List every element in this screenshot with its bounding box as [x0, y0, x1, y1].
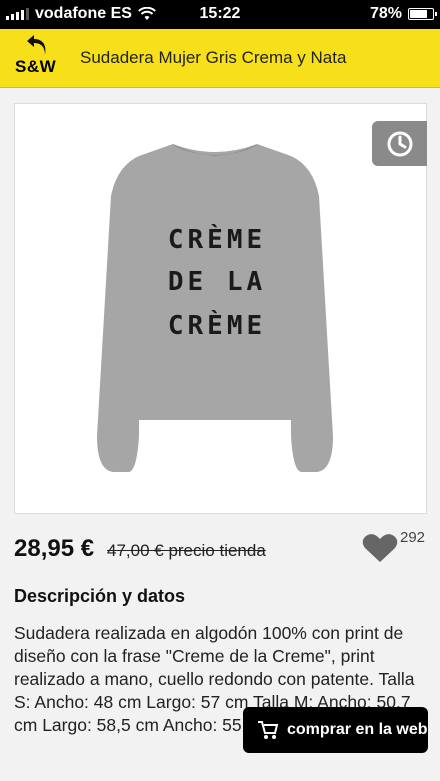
heart-icon[interactable] — [362, 533, 398, 563]
old-price: 47,00 € precio tienda — [107, 541, 266, 560]
buy-button-label: comprar en la web — [287, 721, 428, 738]
product-image: CRÈME DE LA CRÈME — [97, 144, 333, 472]
back-arrow-icon — [27, 35, 46, 55]
product-image-card[interactable]: CRÈME DE LA CRÈME — [14, 103, 427, 514]
battery-percent: 78% — [369, 5, 402, 22]
print-line-1: CRÈME — [168, 223, 266, 255]
logo-text: S&W — [15, 57, 57, 76]
app-header: S&W Sudadera Mujer Gris Crema y Nata — [0, 29, 440, 88]
price-row: 28,95 € 47,00 € precio tienda 292 — [14, 529, 427, 563]
print-line-3: CRÈME — [168, 309, 266, 341]
print-line-2: DE LA — [168, 267, 266, 297]
price: 28,95 € — [14, 535, 95, 562]
back-button[interactable]: S&W — [13, 35, 63, 83]
battery-icon — [408, 8, 437, 20]
clock-icon — [387, 131, 412, 156]
page-title: Sudadera Mujer Gris Crema y Nata — [80, 48, 347, 67]
buy-on-web-button[interactable]: comprar en la web — [243, 707, 428, 753]
history-button[interactable] — [372, 121, 427, 166]
section-title: Descripción y datos — [14, 586, 186, 606]
battery-info: 78% — [369, 5, 437, 23]
status-bar: vodafone ES 15:22 78% — [0, 0, 440, 29]
likes-count: 292 — [400, 529, 426, 546]
cart-icon — [258, 721, 279, 739]
